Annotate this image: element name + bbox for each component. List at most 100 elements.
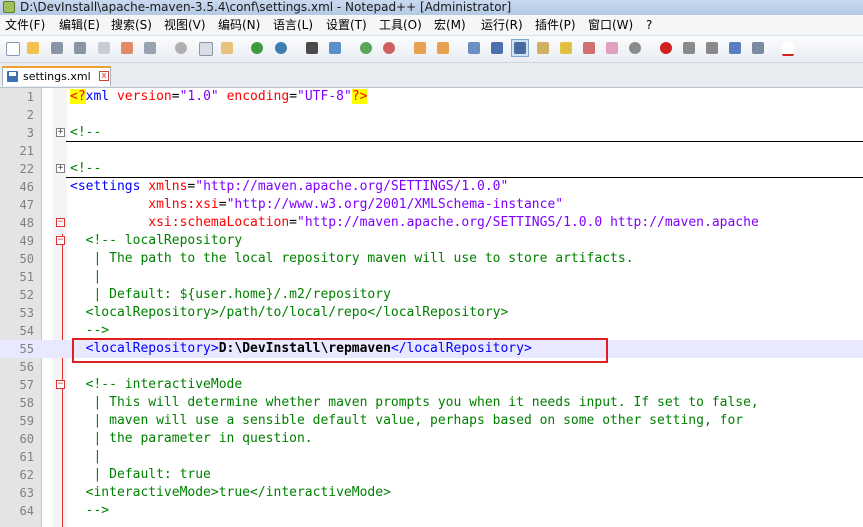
code-line-58: 58 | This will determine whether maven p… (0, 394, 863, 412)
menu-language[interactable]: 语言(L) (272, 17, 314, 33)
line-number: 62 (19, 468, 34, 482)
code-line-62: 62 | Default: true (0, 466, 863, 484)
line-code: | (70, 269, 102, 284)
code-line-60: 60 | the parameter in question. (0, 430, 863, 448)
play-macro-icon[interactable] (704, 40, 720, 56)
line-code: xsi:schemaLocation="http://maven.apache.… (148, 215, 759, 230)
highlight-annotation-box (72, 338, 608, 363)
record-macro-icon[interactable] (658, 40, 674, 56)
line-code: | the parameter in question. (70, 431, 313, 446)
tab-close-icon[interactable]: x (99, 71, 109, 81)
menu-file[interactable]: 文件(F) (4, 17, 46, 33)
redo-icon[interactable] (273, 40, 289, 56)
line-code: <!-- interactiveMode (70, 377, 243, 392)
sync-horizontal-icon[interactable] (435, 40, 451, 56)
code-line-53: 53 <localRepository>/path/to/local/repo<… (0, 304, 863, 322)
line-number: 2 (26, 108, 34, 122)
line-number: 59 (19, 414, 34, 428)
code-line-61: 61 | (0, 448, 863, 466)
line-code: <settings xmlns="http://maven.apache.org… (70, 179, 509, 194)
indent-guide-icon[interactable] (511, 39, 529, 57)
save-macro-icon[interactable] (750, 40, 766, 56)
spell-check-icon[interactable] (780, 40, 796, 56)
code-line-63: 63 <interactiveMode>true</interactiveMod… (0, 484, 863, 502)
udl-icon[interactable] (535, 40, 551, 56)
line-code: <!-- (70, 161, 102, 176)
code-line-46: 46 <settings xmlns="http://maven.apache.… (0, 178, 863, 196)
line-code: --> (70, 503, 110, 518)
line-number: 1 (26, 90, 34, 104)
line-number: 3 (26, 126, 34, 140)
print-icon[interactable] (142, 40, 158, 56)
floppy-disk-icon (7, 71, 18, 82)
line-code: <!-- localRepository (70, 233, 243, 248)
line-number: 22 (19, 162, 34, 176)
line-code: --> (70, 323, 110, 338)
menu-macro[interactable]: 宏(M) (433, 17, 467, 33)
cut-icon[interactable] (173, 40, 189, 56)
line-code: | Default: ${user.home}/.m2/repository (70, 287, 391, 302)
zoom-out-icon[interactable] (381, 40, 397, 56)
menu-plugins[interactable]: 插件(P) (534, 17, 577, 33)
word-wrap-icon[interactable] (466, 40, 482, 56)
stop-macro-icon[interactable] (681, 40, 697, 56)
line-code: | This will determine whether maven prom… (70, 395, 759, 410)
code-line-50: 50 | The path to the local repository ma… (0, 250, 863, 268)
close-all-icon[interactable] (119, 40, 135, 56)
menu-edit[interactable]: 编辑(E) (58, 17, 101, 33)
line-code: | Default: true (70, 467, 211, 482)
show-all-chars-icon[interactable] (489, 40, 505, 56)
code-line-57: 57 − <!-- interactiveMode (0, 376, 863, 394)
find-icon[interactable] (304, 40, 320, 56)
tab-settings-xml[interactable]: settings.xml x (2, 66, 111, 86)
line-code: <?xml version="1.0" encoding="UTF-8"?> (70, 89, 368, 104)
new-file-icon[interactable] (4, 40, 20, 56)
monitoring-icon[interactable] (627, 40, 643, 56)
doc-map-icon[interactable] (558, 40, 574, 56)
replace-icon[interactable] (327, 40, 343, 56)
copy-icon[interactable] (197, 40, 213, 56)
zoom-in-icon[interactable] (358, 40, 374, 56)
line-code: | The path to the local repository maven… (70, 251, 634, 266)
function-list-icon[interactable] (581, 40, 597, 56)
line-number: 57 (19, 378, 34, 392)
menu-bar: 文件(F) 编辑(E) 搜索(S) 视图(V) 编码(N) 语言(L) 设置(T… (0, 15, 863, 36)
save-all-icon[interactable] (72, 40, 88, 56)
menu-run[interactable]: 运行(R) (480, 17, 524, 33)
folder-workspace-icon[interactable] (604, 40, 620, 56)
paste-icon[interactable] (219, 40, 235, 56)
menu-view[interactable]: 视图(V) (163, 17, 207, 33)
line-number: 21 (19, 144, 34, 158)
menu-settings[interactable]: 设置(T) (325, 17, 368, 33)
line-code: <!-- (70, 125, 102, 140)
sync-vertical-icon[interactable] (412, 40, 428, 56)
fold-expand-icon[interactable]: + (56, 128, 65, 137)
line-number: 56 (19, 360, 34, 374)
menu-tools[interactable]: 工具(O) (378, 17, 423, 33)
code-line-21: 21 (0, 142, 863, 160)
line-number: 63 (19, 486, 34, 500)
menu-search[interactable]: 搜索(S) (110, 17, 153, 33)
code-editor[interactable]: 1 <?xml version="1.0" encoding="UTF-8"?>… (0, 88, 863, 527)
fold-expand-icon[interactable]: + (56, 164, 65, 173)
open-file-icon[interactable] (25, 40, 41, 56)
fold-collapse-icon[interactable]: − (56, 236, 65, 245)
undo-icon[interactable] (249, 40, 265, 56)
menu-help[interactable]: ? (645, 17, 653, 33)
line-number: 46 (19, 180, 34, 194)
menu-encoding[interactable]: 编码(N) (217, 17, 261, 33)
line-code: <localRepository>/path/to/local/repo</lo… (70, 305, 509, 320)
line-number: 54 (19, 324, 34, 338)
code-line-59: 59 | maven will use a sensible default v… (0, 412, 863, 430)
fold-collapse-icon[interactable]: − (56, 380, 65, 389)
save-icon[interactable] (49, 40, 65, 56)
line-code: xmlns:xsi="http://www.w3.org/2001/XMLSch… (148, 197, 564, 212)
run-macro-multiple-icon[interactable] (727, 40, 743, 56)
code-line-1: 1 <?xml version="1.0" encoding="UTF-8"?> (0, 88, 863, 106)
toolbar (0, 36, 863, 63)
title-bar: D:\DevInstall\apache-maven-3.5.4\conf\se… (0, 0, 863, 15)
fold-collapse-icon[interactable]: − (56, 218, 65, 227)
menu-window[interactable]: 窗口(W) (587, 17, 634, 33)
close-file-icon[interactable] (96, 40, 112, 56)
code-line-22: 22 + <!-- (0, 160, 863, 178)
